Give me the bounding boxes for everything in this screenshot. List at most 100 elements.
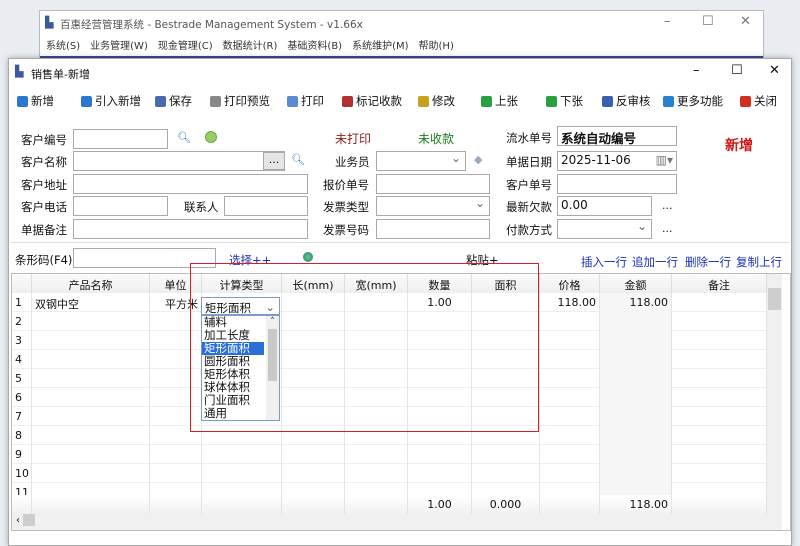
grid-cell[interactable] [540,312,600,331]
grid-cell[interactable] [32,331,150,350]
vertical-scrollbar[interactable] [767,274,782,514]
window-minimize-button[interactable]: – [693,63,700,78]
grid-cell[interactable] [472,445,540,464]
grid-cell[interactable] [540,426,600,445]
grid-cell[interactable] [202,445,282,464]
toolbar-button-2[interactable]: 保存 [155,93,192,109]
toolbar-button-4[interactable]: 打印 [287,93,324,109]
calc-type-select[interactable]: 矩形面积 ⌄ [201,297,280,315]
menu-stats[interactable]: 数据统计(R) [223,37,278,52]
grid-cell[interactable] [408,464,472,483]
customer-no-input[interactable] [73,129,168,149]
remark-input[interactable] [73,219,308,239]
grid-cell[interactable] [202,464,282,483]
menu-system[interactable]: 系统(S) [46,37,80,52]
toolbar-button-0[interactable]: 新增 [17,93,54,109]
grid-cell[interactable] [32,495,150,514]
copy-row-link[interactable]: 复制上行 [736,254,782,270]
toolbar-button-9[interactable]: 反审核 [602,93,651,109]
grid-cell[interactable] [672,369,767,388]
grid-cell[interactable] [32,464,150,483]
customer-phone-input[interactable] [73,196,168,216]
grid-cell[interactable] [600,331,672,350]
grid-cell[interactable] [32,407,150,426]
grid-cell[interactable] [150,495,202,514]
grid-cell[interactable] [672,495,767,514]
grid-cell[interactable] [600,445,672,464]
grid-cell[interactable] [150,464,202,483]
grid-cell[interactable] [32,388,150,407]
search-icon[interactable]: 🔍︎ [291,153,305,166]
grid-cell[interactable] [672,426,767,445]
grid-cell[interactable] [600,426,672,445]
date-picker[interactable]: 2025-11-06 ▥▾ [557,151,677,171]
grid-cell[interactable] [600,464,672,483]
grid-cell[interactable] [672,388,767,407]
totals-row[interactable]: 1.00 0.000 118.00 [12,495,767,514]
grid-cell[interactable] [32,369,150,388]
grid-cell[interactable] [600,312,672,331]
grid-cell[interactable] [672,312,767,331]
customer-name-input[interactable] [73,151,285,171]
delete-row-link[interactable]: 删除一行 [685,254,731,270]
grid-cell[interactable] [600,350,672,369]
grid-cell[interactable] [345,445,408,464]
grid-cell[interactable]: 双钢中空 [32,293,150,312]
grid-cell[interactable] [540,407,600,426]
customer-browse-button[interactable]: ... [263,152,285,170]
salesman-select[interactable] [376,151,466,171]
grid-cell[interactable] [282,445,345,464]
menu-business[interactable]: 业务管理(W) [90,37,148,52]
invoice-type-select[interactable] [376,196,490,216]
grid-cell[interactable] [672,407,767,426]
contact-input[interactable] [224,196,308,216]
append-row-link[interactable]: 追加一行 [632,254,678,270]
customer-addr-input[interactable] [73,174,308,194]
grid-cell[interactable] [672,445,767,464]
grid-cell[interactable] [540,331,600,350]
window-close-button[interactable]: ✕ [769,63,780,78]
grid-cell[interactable] [540,464,600,483]
minimize-button[interactable]: – [664,14,671,29]
grid-cell[interactable] [672,464,767,483]
toolbar-button-7[interactable]: 上张 [481,93,518,109]
grid-cell[interactable]: 118.00 [540,293,600,312]
grid-cell[interactable] [540,495,600,514]
debt-more-button[interactable]: ... [662,199,673,212]
toolbar-button-1[interactable]: 引入新增 [81,93,141,109]
grid-cell[interactable] [540,388,600,407]
grid-cell[interactable] [600,407,672,426]
column-header[interactable]: 产品名称 [32,274,150,293]
table-row[interactable]: 9 [12,445,767,464]
close-button[interactable]: ✕ [740,14,751,29]
grid-cell[interactable] [672,331,767,350]
grid-cell[interactable] [32,312,150,331]
grid-cell[interactable]: 118.00 [600,293,672,312]
grid-cell[interactable] [202,495,282,514]
payment-more-button[interactable]: ... [662,222,673,235]
maximize-button[interactable]: ☐ [702,14,714,29]
grid-cell[interactable] [282,495,345,514]
quote-no-input[interactable] [376,174,490,194]
toolbar-button-3[interactable]: 打印预览 [210,93,270,109]
globe-icon[interactable] [303,252,313,262]
column-header[interactable]: 价格 [540,274,600,293]
grid-cell[interactable] [540,445,600,464]
toolbar-button-6[interactable]: 修改 [418,93,455,109]
menu-cash[interactable]: 现金管理(C) [158,37,213,52]
table-row[interactable]: 10 [12,464,767,483]
grid-cell[interactable] [672,350,767,369]
grid-cell[interactable]: 0.000 [472,495,540,514]
grid-cell[interactable] [32,445,150,464]
grid-cell[interactable] [282,464,345,483]
grid-cell[interactable] [540,350,600,369]
column-header[interactable]: 金额 [600,274,672,293]
search-icon[interactable]: 🔍︎ [177,131,191,144]
toolbar-button-8[interactable]: 下张 [546,93,583,109]
grid-cell[interactable]: 118.00 [600,495,672,514]
column-header[interactable] [12,274,32,293]
eraser-icon[interactable]: ◆ [474,153,482,166]
invoice-no-input[interactable] [376,219,490,239]
grid-cell[interactable] [345,495,408,514]
refresh-icon[interactable] [205,131,217,143]
